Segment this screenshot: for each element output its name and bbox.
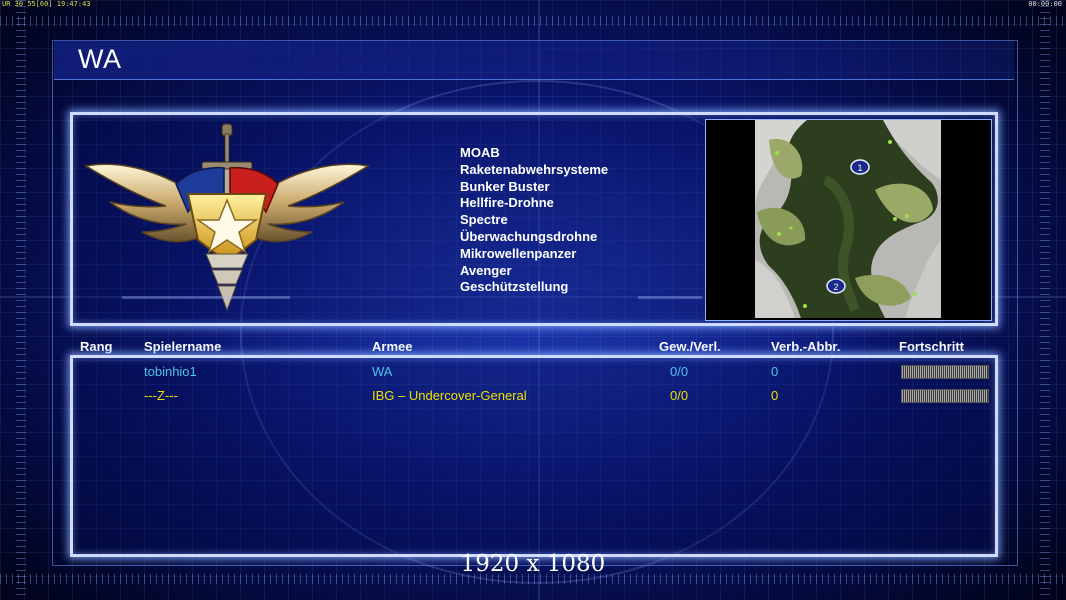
column-header-rank: Rang [80, 339, 113, 354]
usa-general-wings-emblem-icon [84, 123, 370, 312]
map-start-position-label: 2 [833, 282, 838, 292]
hud-fps-clock: UR 30 55[60] 19:47:43 [2, 0, 91, 8]
player-progress-bar [901, 365, 989, 379]
hud-game-timer: 00:00:00 [1028, 0, 1062, 8]
player-army: WA [372, 364, 393, 379]
tech-list: MOAB Raketenabwehrsysteme Bunker Buster … [460, 145, 608, 296]
column-header-winloss: Gew./Verl. [659, 339, 721, 354]
player-disconnects: 0 [771, 364, 779, 379]
decorative-line-right [638, 296, 702, 299]
player-winloss: 0/0 [670, 388, 689, 403]
top-ruler [0, 16, 1066, 26]
tech-list-item: Überwachungsdrohne [460, 228, 598, 244]
player-progress-bar [901, 389, 989, 403]
player-name: ---Z--- [144, 388, 178, 403]
player-army: IBG – Undercover-General [372, 388, 527, 403]
resolution-label: 1920 x 1080 [460, 551, 606, 577]
tech-list-item: Hellfire-Drohne [460, 195, 554, 211]
column-header-progress: Fortschritt [899, 339, 964, 354]
tech-list-item: Spectre [460, 212, 508, 228]
player-disconnects: 0 [771, 388, 779, 403]
player-winloss: 0/0 [670, 364, 689, 379]
column-header-army: Armee [372, 339, 413, 354]
tech-list-item: Raketenabwehrsysteme [460, 161, 609, 177]
column-header-player: Spielername [144, 339, 222, 354]
map-preview: 1 2 [755, 120, 941, 318]
tech-list-item: Geschützstellung [460, 279, 569, 295]
map-start-position-label: 1 [857, 163, 862, 173]
right-ruler [1040, 0, 1050, 600]
tech-list-item: MOAB [460, 145, 500, 160]
player-name: tobinhio1 [144, 364, 197, 379]
page-title: WA [78, 44, 122, 74]
player-list-panel [70, 355, 998, 557]
title-bar [54, 41, 1014, 80]
left-ruler [16, 0, 26, 600]
tech-list-item: Bunker Buster [460, 178, 550, 194]
column-header-disconnects: Verb.-Abbr. [771, 339, 841, 354]
tech-list-item: Avenger [460, 262, 512, 278]
decorative-line-left [122, 296, 290, 299]
tech-list-item: Mikrowellenpanzer [460, 245, 577, 261]
